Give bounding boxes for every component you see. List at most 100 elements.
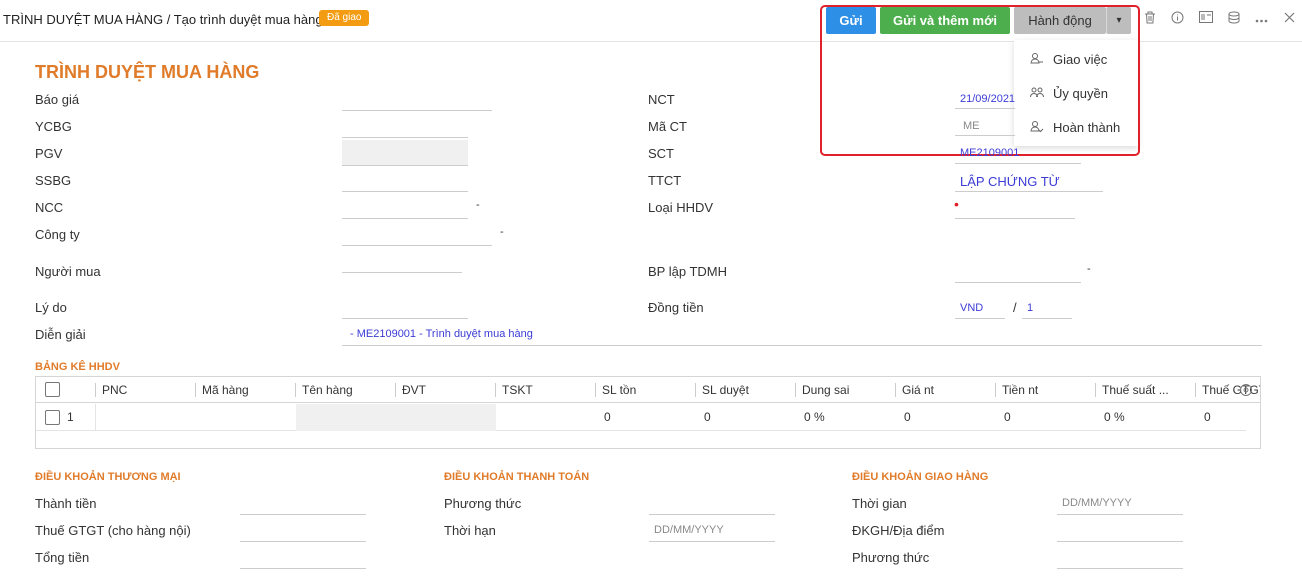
label-pgv: PGV [35, 146, 63, 161]
cong-ty-dash: - [500, 226, 504, 238]
column-header[interactable]: Tiền nt [996, 377, 1038, 403]
ycbg-field[interactable] [342, 118, 468, 138]
label-dong-tien: Đồng tiền [648, 300, 704, 315]
exchange-rate-value: 1 [1027, 302, 1034, 314]
bao-gia-field[interactable] [342, 91, 492, 111]
table-section-title: BẢNG KÊ HHDV [35, 361, 120, 373]
nct-date-field[interactable]: 21/09/2021 [955, 89, 1015, 109]
table-row[interactable] [36, 404, 1246, 431]
column-header[interactable]: SL tồn [596, 377, 636, 403]
delivery-method-field[interactable] [1057, 549, 1183, 569]
close-icon[interactable] [1281, 11, 1297, 27]
ttct-field[interactable]: LẬP CHỨNG TỪ [955, 172, 1103, 192]
ttct-value: LẬP CHỨNG TỪ [960, 174, 1060, 189]
column-header[interactable]: Mã hàng [196, 377, 249, 403]
ssbg-field[interactable] [342, 172, 468, 192]
label-bao-gia: Báo giá [35, 92, 80, 107]
cell-thue-gtgt[interactable]: 0 [1198, 404, 1211, 431]
column-settings-icon[interactable] [1239, 383, 1253, 400]
ma-ct-field[interactable]: ME [955, 116, 1015, 136]
date-placeholder: DD/MM/YYYY [1062, 497, 1132, 509]
rate-slash: / [1013, 300, 1017, 315]
label-tong-tien: Tổng tiền [35, 550, 90, 565]
thanh-tien-field[interactable] [240, 495, 366, 515]
ncc-dash: - [476, 199, 480, 211]
delivery-place-field[interactable] [1057, 522, 1183, 542]
label-sct: SCT [648, 146, 674, 161]
label-cong-ty: Công ty [35, 227, 80, 242]
column-header[interactable]: TSKT [496, 377, 533, 403]
label-ttct: TTCT [648, 173, 682, 188]
label-payment-term: Thời hạn [444, 523, 496, 538]
row-index: 1 [67, 410, 74, 424]
label-delivery-time: Thời gian [852, 496, 907, 511]
column-header[interactable]: ĐVT [396, 377, 426, 403]
loai-hhdv-field[interactable] [955, 199, 1075, 219]
form-title: TRÌNH DUYỆT MUA HÀNG [35, 62, 260, 82]
label-nguoi-mua: Người mua [35, 264, 101, 279]
commercial-terms-title: ĐIỀU KHOẢN THƯƠNG MẠI [35, 471, 181, 483]
column-header[interactable]: Tên hàng [296, 377, 353, 403]
pgv-field [342, 140, 468, 166]
hhdv-table: PNC Mã hàng Tên hàng ĐVT TSKT SL tồn SL … [35, 376, 1261, 449]
nguoi-mua-field[interactable] [342, 253, 462, 273]
column-header[interactable]: Dung sai [796, 377, 849, 403]
label-loai-hhdv: Loại HHDV [648, 200, 714, 215]
nct-date-value: 21/09/2021 [960, 93, 1015, 105]
label-thanh-tien: Thành tiền [35, 496, 97, 511]
delivery-terms-title: ĐIỀU KHOẢN GIAO HÀNG [852, 471, 989, 483]
bp-lap-field[interactable] [955, 263, 1081, 283]
label-ly-do: Lý do [35, 300, 67, 315]
card-icon[interactable] [1198, 11, 1214, 27]
row-checkbox[interactable] [45, 410, 60, 425]
cell-tien-nt[interactable]: 0 [998, 404, 1011, 431]
payment-terms-title: ĐIỀU KHOẢN THANH TOÁN [444, 471, 590, 483]
label-delivery-place: ĐKGH/Địa điểm [852, 523, 945, 538]
currency-field[interactable]: VND [955, 299, 1005, 319]
column-header[interactable]: SL duyệt [696, 377, 749, 403]
currency-value: VND [960, 302, 984, 314]
required-marker: • [954, 196, 959, 212]
label-ma-ct: Mã CT [648, 119, 687, 134]
database-icon[interactable] [1226, 11, 1242, 27]
cell-sl-duyet[interactable]: 0 [698, 404, 711, 431]
readonly-cell [296, 404, 496, 431]
label-payment-method: Phương thức [444, 496, 522, 511]
label-thue-gtgt: Thuế GTGT (cho hàng nội) [35, 523, 191, 538]
cell-gia-nt[interactable]: 0 [898, 404, 911, 431]
label-delivery-method: Phương thức [852, 550, 930, 565]
label-nct: NCT [648, 92, 675, 107]
sct-value: ME2109001 [960, 147, 1020, 159]
cong-ty-field[interactable] [342, 226, 492, 246]
label-ssbg: SSBG [35, 173, 72, 188]
column-header[interactable]: PNC [96, 377, 127, 403]
payment-method-field[interactable] [649, 495, 775, 515]
bp-lap-dash: - [1087, 263, 1091, 275]
exchange-rate-field[interactable]: 1 [1022, 299, 1072, 319]
date-placeholder: DD/MM/YYYY [654, 524, 724, 536]
status-badge: Đã giao [319, 10, 370, 26]
ly-do-field[interactable] [342, 299, 468, 319]
cell-thue-suat[interactable]: 0 % [1098, 404, 1125, 431]
info-icon[interactable] [1169, 11, 1185, 27]
thue-gtgt-field[interactable] [240, 522, 366, 542]
cell-dung-sai[interactable]: 0 % [798, 404, 825, 431]
breadcrumb: TRÌNH DUYỆT MUA HÀNG / Tạo trình duyệt m… [3, 12, 323, 27]
label-dien-giai: Diễn giải [35, 327, 86, 342]
ma-ct-value: ME [963, 120, 980, 132]
dien-giai-value: - ME2109001 - Trình duyệt mua hàng [350, 328, 533, 340]
label-ycbg: YCBG [35, 119, 72, 134]
cell-sl-ton[interactable]: 0 [598, 404, 611, 431]
delivery-time-date-field[interactable]: DD/MM/YYYY [1057, 495, 1183, 515]
sct-field[interactable]: ME2109001 [955, 144, 1081, 164]
column-header[interactable]: Thuế suất ... [1096, 377, 1169, 403]
more-icon[interactable] [1253, 11, 1269, 27]
payment-term-date-field[interactable]: DD/MM/YYYY [649, 522, 775, 542]
select-all-checkbox[interactable] [45, 382, 60, 397]
label-ncc: NCC [35, 200, 64, 215]
ncc-field[interactable] [342, 199, 468, 219]
tong-tien-field[interactable] [240, 549, 366, 569]
label-bp-lap: BP lập TDMH [648, 264, 727, 279]
trash-icon[interactable] [1142, 11, 1158, 27]
column-header[interactable]: Giá nt [896, 377, 934, 403]
